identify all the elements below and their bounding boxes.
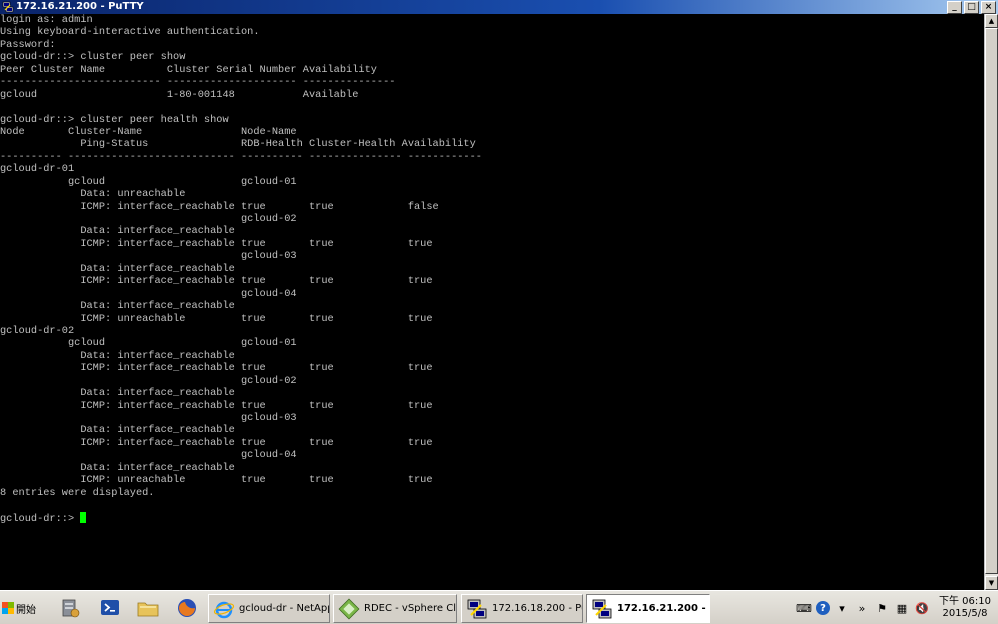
terminal-line: gcloud-03 (0, 250, 297, 263)
terminal-line: Data: interface_reachable (0, 387, 235, 400)
clock-time: 下午 06:10 (939, 596, 991, 607)
task-label: 172.16.21.200 - P... (617, 603, 709, 614)
task-putty-18-200[interactable]: 172.16.18.200 - PuTTY (461, 594, 583, 623)
terminal-line: ICMP: unreachable true true true (0, 474, 433, 487)
scroll-thumb[interactable] (985, 28, 998, 574)
terminal-line: gcloud-02 (0, 374, 297, 387)
putty-icon (592, 599, 612, 618)
terminal-line: gcloud-04 (0, 287, 297, 300)
terminal-line: Node Cluster-Name Node-Name (0, 125, 297, 138)
terminal-line: gcloud-03 (0, 412, 297, 424)
terminal-line: ICMP: interface_reachable true true true (0, 399, 433, 412)
terminal-line: Data: unreachable (0, 188, 186, 201)
terminal-line: Password: (0, 38, 56, 51)
start-label: 開始 (16, 604, 36, 616)
terminal-line: ICMP: interface_reachable true true true (0, 362, 433, 375)
terminal-line: Peer Cluster Name Cluster Serial Number … (0, 63, 377, 76)
task-gcloud-dr-netapp[interactable]: gcloud-dr - NetApp O... (208, 594, 330, 623)
task-label: 172.16.18.200 - PuTTY (492, 603, 582, 614)
maximize-button[interactable]: □ (964, 1, 979, 14)
terminal-line: ICMP: unreachable true true true (0, 312, 433, 325)
terminal-line: ICMP: interface_reachable true true true (0, 237, 433, 250)
terminal-line: gcloud gcloud-01 (0, 175, 297, 188)
task-putty-21-200[interactable]: 172.16.21.200 - P... (586, 594, 710, 623)
terminal-line: ICMP: interface_reachable true true fals… (0, 200, 439, 213)
task-vsphere-client[interactable]: RDEC - vSphere Client (333, 594, 457, 623)
terminal-prompt-line[interactable]: gcloud-dr::> (0, 511, 984, 525)
terminal-line: Data: interface_reachable (0, 461, 235, 474)
close-button[interactable]: × (981, 1, 996, 14)
window-controls: _ □ × (947, 1, 996, 14)
terminal-output: login as: admin Using keyboard-interactiv… (0, 14, 984, 525)
terminal-line: login as: admin (0, 14, 93, 26)
scroll-up-arrow[interactable]: ▲ (985, 14, 998, 28)
window-title: 172.16.21.200 - PuTTY (16, 1, 144, 12)
help-icon[interactable]: ? (816, 601, 830, 615)
putty-icon (467, 599, 487, 618)
tray-menu-icon[interactable]: ▾ (834, 600, 850, 616)
minimize-button[interactable]: _ (947, 1, 962, 14)
putty-icon (2, 1, 14, 13)
terminal-line: gcloud-dr::> cluster peer show (0, 51, 186, 64)
terminal-line: -------------------------- -------------… (0, 76, 396, 89)
terminal-line: gcloud gcloud-01 (0, 337, 297, 350)
task-label: RDEC - vSphere Client (364, 603, 457, 614)
firefox-icon[interactable] (173, 594, 201, 622)
vertical-scrollbar[interactable]: ▲ ▼ (984, 14, 998, 590)
flag-icon[interactable]: ⚑ (874, 600, 890, 616)
terminal-line: Ping-Status RDB-Health Cluster-Health Av… (0, 138, 476, 151)
vsphere-icon (338, 598, 360, 619)
keyboard-icon[interactable]: ⌨ (796, 600, 812, 616)
taskbar: 開始 gcloud-dr - NetApp O... RDEC - vSpher… (0, 590, 998, 624)
terminal-area[interactable]: login as: admin Using keyboard-interactiv… (0, 14, 984, 590)
terminal-line: gcloud 1-80-001148 Available (0, 88, 359, 101)
task-label: gcloud-dr - NetApp O... (239, 603, 330, 614)
clock-date: 2015/5/8 (942, 608, 988, 619)
terminal-line: ICMP: interface_reachable true true true (0, 275, 433, 288)
terminal-line: Data: interface_reachable (0, 262, 235, 275)
windows-logo-icon (2, 602, 14, 614)
volume-muted-icon[interactable]: 🔇 (914, 600, 930, 616)
system-tray: ⌨ ? ▾ » ⚑ ▦ 🔇 下午 06:10 2015/5/8 (794, 593, 998, 623)
powershell-icon[interactable] (96, 594, 124, 622)
terminal-prompt: gcloud-dr::> (0, 512, 81, 525)
terminal-line: Data: interface_reachable (0, 349, 235, 362)
terminal-line: Data: interface_reachable (0, 424, 235, 437)
terminal-line: gcloud-dr-01 (0, 163, 75, 176)
scroll-down-arrow[interactable]: ▼ (985, 576, 998, 590)
terminal-line: gcloud-dr-02 (0, 324, 75, 337)
explorer-folder-icon[interactable] (134, 594, 162, 622)
start-button[interactable]: 開始 (2, 596, 40, 620)
terminal-line: Data: interface_reachable (0, 225, 235, 238)
terminal-line: Using keyboard-interactive authenticatio… (0, 26, 260, 39)
terminal-line: ---------- --------------------------- -… (0, 150, 482, 163)
terminal-line: ICMP: interface_reachable true true true (0, 436, 433, 449)
network-icon[interactable]: ▦ (894, 600, 910, 616)
terminal-line: gcloud-dr::> cluster peer health show (0, 113, 229, 126)
terminal-cursor (80, 511, 87, 523)
show-hidden-icons[interactable]: » (854, 600, 870, 616)
terminal-line: Data: interface_reachable (0, 300, 235, 313)
server-manager-icon[interactable] (56, 594, 84, 622)
clock[interactable]: 下午 06:10 2015/5/8 (932, 596, 998, 620)
terminal-line: gcloud-04 (0, 449, 297, 462)
ie-icon (213, 601, 235, 618)
window-titlebar[interactable]: 172.16.21.200 - PuTTY _ □ × (0, 0, 998, 14)
terminal-line: gcloud-02 (0, 213, 297, 225)
terminal-line: 8 entries were displayed. (0, 486, 155, 499)
